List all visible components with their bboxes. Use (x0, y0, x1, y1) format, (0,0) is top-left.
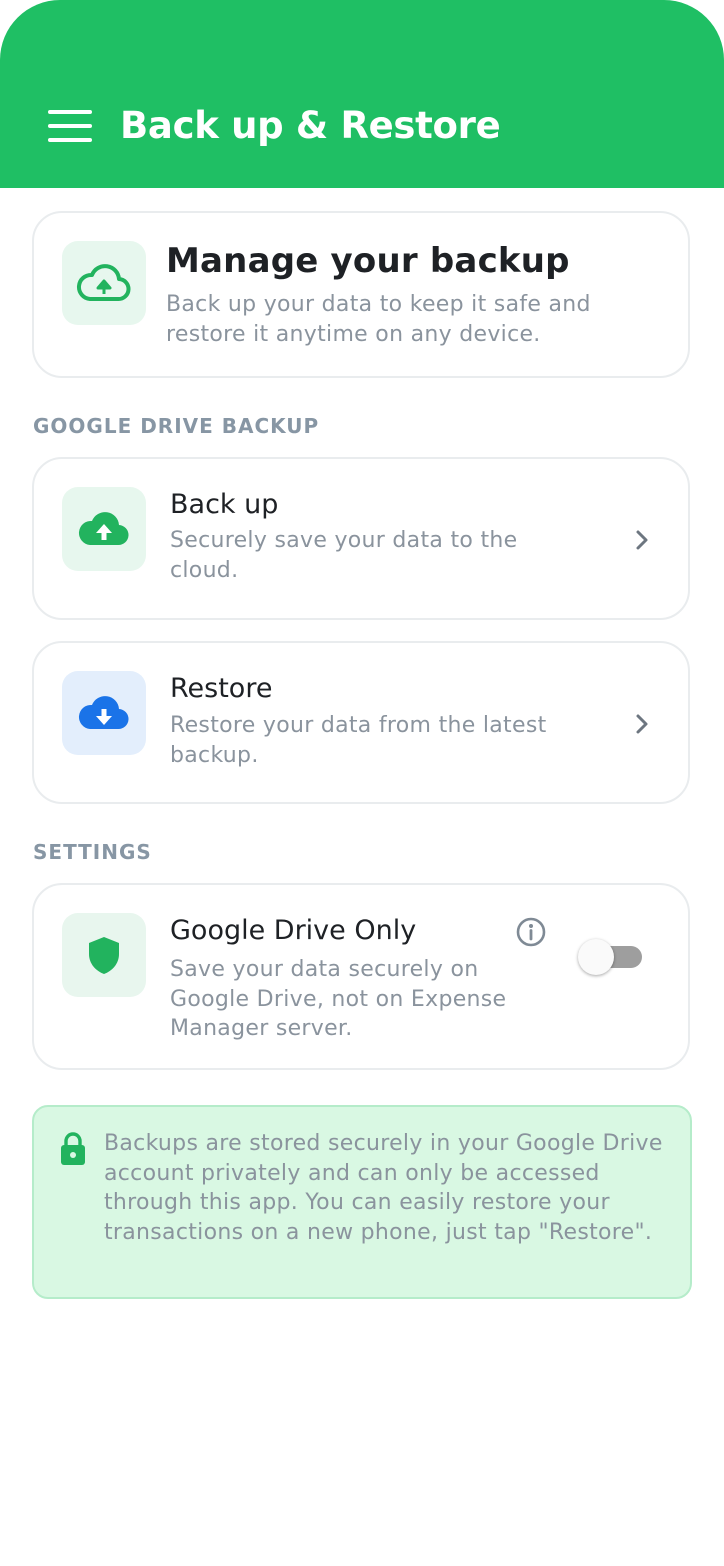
manage-backup-card: Manage your backup Back up your data to … (32, 211, 690, 378)
chevron-right-icon (636, 530, 648, 550)
page-title: Back up & Restore (120, 104, 501, 147)
cloud-download-icon (62, 671, 146, 755)
restore-item[interactable]: Restore Restore your data from the lates… (32, 641, 690, 804)
info-icon[interactable] (514, 915, 548, 949)
backup-info-note: Backups are stored securely in your Goog… (32, 1105, 692, 1299)
google-drive-only-title: Google Drive Only (170, 915, 417, 946)
shield-icon (62, 913, 146, 997)
manage-backup-description: Back up your data to keep it safe and re… (166, 292, 591, 347)
cloud-upload-icon (62, 487, 146, 571)
section-label-google-drive-backup: GOOGLE DRIVE BACKUP (33, 414, 320, 438)
manage-backup-title: Manage your backup (166, 241, 570, 281)
google-drive-only-toggle[interactable] (576, 937, 646, 977)
google-drive-only-description: Save your data securely on Google Drive,… (170, 957, 507, 1041)
lock-icon (61, 1132, 85, 1165)
backup-info-text: Backups are stored securely in your Goog… (104, 1131, 663, 1245)
app-bar: Back up & Restore (0, 0, 724, 188)
backup-title: Back up (170, 489, 279, 520)
section-label-settings: SETTINGS (33, 840, 152, 864)
chevron-right-icon (636, 714, 648, 734)
restore-description: Restore your data from the latest backup… (170, 713, 547, 768)
backup-description: Securely save your data to the cloud. (170, 528, 518, 583)
restore-title: Restore (170, 673, 273, 704)
cloud-upload-outline-icon (62, 241, 146, 325)
toggle-thumb (578, 939, 614, 975)
hamburger-menu-icon[interactable] (44, 106, 96, 146)
backup-item[interactable]: Back up Securely save your data to the c… (32, 457, 690, 620)
google-drive-only-setting: Google Drive Only Save your data securel… (32, 883, 690, 1070)
